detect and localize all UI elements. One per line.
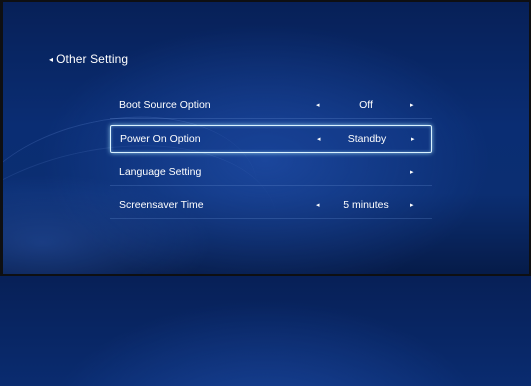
menu-item-value: Standby [347,133,387,145]
right-arrow-icon[interactable]: ▸ [410,101,414,109]
settings-menu: Boot Source Option ◂ Off ▸ Power On Opti… [110,92,432,225]
menu-item-value: 5 minutes [343,199,389,211]
right-arrow-icon[interactable]: ▸ [411,135,415,143]
right-arrow-icon[interactable]: ▸ [410,201,414,209]
menu-item-label: Power On Option [120,133,201,145]
menu-item-label: Boot Source Option [119,99,211,111]
menu-item-label: Language Setting [119,166,202,178]
menu-item-screensaver-time[interactable]: Screensaver Time ◂ 5 minutes ▸ [110,192,432,219]
menu-item-label: Screensaver Time [119,199,204,211]
menu-item-boot-source-option[interactable]: Boot Source Option ◂ Off ▸ [110,92,432,119]
menu-item-power-on-option[interactable]: Power On Option ◂ Standby ▸ [110,125,432,153]
left-arrow-icon[interactable]: ◂ [317,135,321,143]
left-arrow-icon[interactable]: ◂ [316,101,320,109]
left-arrow-icon[interactable]: ◂ [316,201,320,209]
page-title: ◂ Other Setting [49,52,128,66]
page-title-label: Other Setting [56,52,129,66]
right-arrow-icon[interactable]: ▸ [410,168,414,176]
menu-item-language-setting[interactable]: Language Setting ▸ [110,159,432,186]
menu-item-value: Off [359,99,373,111]
back-arrow-icon[interactable]: ◂ [49,55,53,64]
